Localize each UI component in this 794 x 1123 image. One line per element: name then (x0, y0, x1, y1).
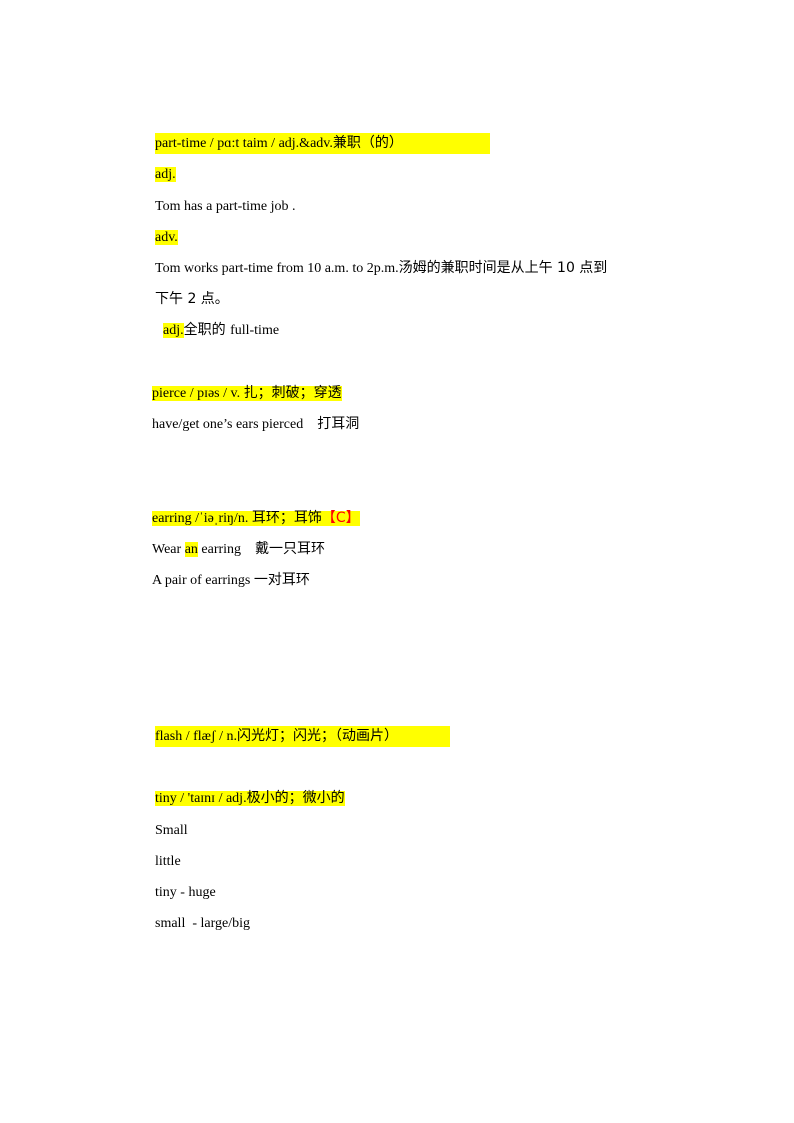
example-adv-en: Tom works part-time from 10 a.m. to 2p.m… (155, 261, 399, 276)
opposite-cn: 全职的 (183, 322, 231, 338)
example-earring-1: Wear an earring 戴一只耳环 (152, 539, 325, 560)
headword-text: pierce / pɪəs / v. (152, 386, 244, 401)
headword-cn: 极小的；微小的 (246, 790, 345, 806)
highlight: tiny / 'taɪnɪ / adj.极小的；微小的 (155, 790, 345, 806)
example-earring-2: A pair of earrings 一对耳环 (152, 570, 310, 591)
example-cn: 戴一只耳环 (255, 541, 326, 557)
headword-cn: 耳环；耳饰 (251, 510, 322, 526)
note-line: little (155, 854, 181, 869)
example-pierce: have/get one’s ears pierced 打耳洞 (152, 414, 359, 435)
highlight-article: an (184, 542, 198, 557)
countable-tag: 【C】 (321, 510, 360, 526)
note-line: tiny - huge (155, 885, 216, 900)
example-adv: Tom works part-time from 10 a.m. to 2p.m… (155, 258, 607, 279)
pos-label-adj: adj. (155, 165, 176, 185)
opposite-line: adj.全职的 full-time (163, 320, 279, 341)
highlight: part-time / pɑ:t taim / adj.&adv.兼职（的） (155, 133, 490, 154)
opposite-en: full-time (230, 323, 280, 338)
highlight: pierce / pɪəs / v. 扎；刺破；穿透 (152, 385, 342, 401)
example-cn: 一对耳环 (253, 572, 310, 588)
example-text: earring (197, 542, 242, 557)
example-cn: 打耳洞 (317, 416, 360, 432)
highlight: earring /ˈiəˌriŋ/n. 耳环；耳饰【C】 (152, 510, 360, 526)
headword-text: part-time / pɑ:t taim / adj.&adv. (155, 136, 333, 151)
example-en: have/get one’s ears pierced (152, 417, 304, 432)
pos-adj: adj. (155, 167, 176, 182)
pos-adj-opposite: adj. (163, 323, 184, 338)
entry-tiny-headword: tiny / 'taɪnɪ / adj.极小的；微小的 (155, 788, 345, 809)
example-adj: Tom has a part-time job . (155, 199, 296, 214)
headword-text: earring /ˈiəˌriŋ/n. (152, 511, 252, 526)
entry-flash-headword: flash / flæʃ / n.闪光灯；闪光；（动画片） (155, 726, 450, 747)
note-line: Small (155, 823, 188, 838)
headword-cn: 扎；刺破；穿透 (243, 385, 342, 401)
headword-text: tiny / 'taɪnɪ / adj. (155, 791, 247, 806)
entry-part-time-headword: part-time / pɑ:t taim / adj.&adv.兼职（的） (155, 133, 490, 154)
entry-pierce-headword: pierce / pɪəs / v. 扎；刺破；穿透 (152, 383, 342, 404)
note-line: small - large/big (155, 916, 250, 931)
headword-cn: 兼职（的） (332, 135, 403, 151)
example-text: Wear (152, 542, 185, 557)
example-adv-cont: 下午 2 点。 (155, 291, 229, 307)
pos-adv: adv. (155, 230, 178, 245)
pos-label-adv: adv. (155, 228, 178, 248)
headword-text: flash / flæʃ / n. (155, 729, 238, 744)
example-adv-cn: 汤姆的兼职时间是从上午 10 点到 (398, 260, 608, 276)
highlight: flash / flæʃ / n.闪光灯；闪光；（动画片） (155, 726, 450, 747)
example-en: A pair of earrings (152, 573, 254, 588)
entry-earring-headword: earring /ˈiəˌriŋ/n. 耳环；耳饰【C】 (152, 508, 360, 529)
headword-cn: 闪光灯；闪光；（动画片） (237, 728, 399, 744)
